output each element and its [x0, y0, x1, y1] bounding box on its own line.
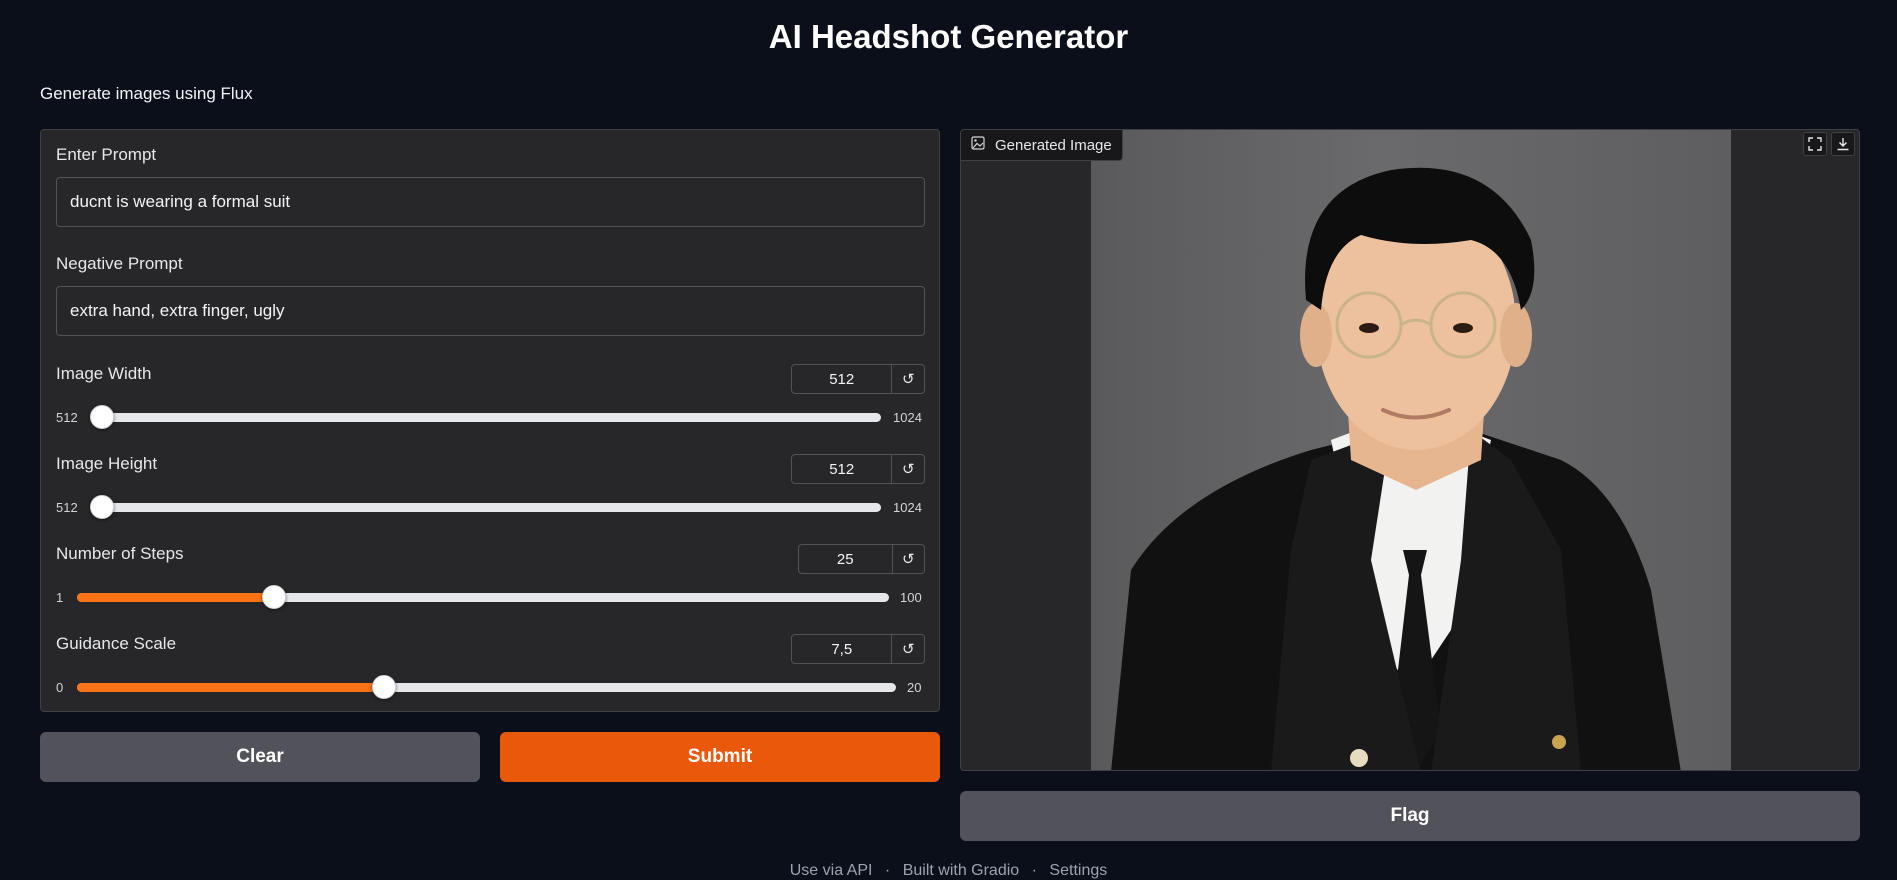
settings-link[interactable]: Settings	[1049, 862, 1107, 879]
steps-label: Number of Steps	[56, 544, 184, 563]
image-width-thumb[interactable]	[90, 405, 114, 429]
image-height-min: 512	[56, 500, 78, 515]
clear-button[interactable]: Clear	[40, 732, 480, 782]
footer-separator: ·	[1031, 862, 1037, 879]
image-icon	[971, 136, 985, 154]
image-width-min: 512	[56, 410, 78, 425]
prompt-label: Enter Prompt	[56, 145, 157, 164]
steps-min: 1	[56, 590, 64, 605]
reset-icon[interactable]: ↺	[892, 455, 924, 483]
reset-icon[interactable]: ↺	[892, 635, 924, 663]
reset-icon[interactable]: ↺	[892, 365, 924, 393]
flag-button[interactable]: Flag	[960, 791, 1860, 841]
reset-icon[interactable]: ↺	[893, 545, 924, 573]
guidance-thumb[interactable]	[372, 675, 397, 699]
api-link[interactable]: Use via API	[790, 862, 873, 879]
image-height-slider[interactable]	[90, 495, 881, 519]
page-subtitle: Generate images using Flux	[40, 84, 253, 103]
image-actions	[1803, 132, 1855, 156]
footer: Use via API · Built with Gradio · Settin…	[0, 862, 1897, 880]
image-height-thumb[interactable]	[90, 495, 114, 519]
steps-slider[interactable]	[77, 585, 889, 609]
submit-button[interactable]: Submit	[500, 732, 940, 782]
gradio-link[interactable]: Built with Gradio	[903, 862, 1020, 879]
steps-thumb[interactable]	[261, 585, 286, 609]
image-width-value[interactable]: 512	[792, 365, 893, 393]
steps-number: 25 ↺	[798, 544, 925, 574]
steps-max: 100	[900, 590, 922, 605]
output-panel: Generated Image	[960, 129, 1860, 771]
negative-prompt-input[interactable]: extra hand, extra finger, ugly	[56, 286, 925, 336]
guidance-slider[interactable]	[77, 675, 896, 699]
image-height-label: Image Height	[56, 454, 158, 473]
steps-fill	[77, 593, 274, 602]
guidance-fill	[77, 683, 385, 692]
image-width-slider[interactable]	[90, 405, 881, 429]
prompt-input[interactable]: ducnt is wearing a formal suit	[56, 177, 925, 227]
fullscreen-icon[interactable]	[1803, 132, 1827, 156]
negative-prompt-label: Negative Prompt	[56, 254, 183, 273]
input-panel: Enter Prompt ducnt is wearing a formal s…	[40, 129, 940, 712]
image-width-max: 1024	[893, 410, 922, 425]
headshot-photo	[1111, 167, 1681, 770]
guidance-value[interactable]: 7,5	[792, 635, 893, 663]
footer-separator: ·	[884, 862, 891, 879]
guidance-max: 20	[907, 680, 922, 695]
generated-image-label: Generated Image	[961, 130, 1123, 161]
image-height-max: 1024	[893, 500, 922, 515]
image-height-number: 512 ↺	[791, 454, 925, 484]
download-icon[interactable]	[1831, 132, 1855, 156]
guidance-number: 7,5 ↺	[791, 634, 925, 664]
generated-image	[1091, 130, 1731, 770]
steps-value[interactable]: 25	[799, 545, 893, 573]
image-height-value[interactable]: 512	[792, 455, 893, 483]
image-width-label: Image Width	[56, 364, 152, 383]
guidance-min: 0	[56, 680, 64, 695]
guidance-label: Guidance Scale	[56, 634, 177, 653]
page-title: AI Headshot Generator	[768, 18, 1129, 55]
image-width-number: 512 ↺	[791, 364, 925, 394]
generated-image-label-text: Generated Image	[995, 136, 1112, 154]
